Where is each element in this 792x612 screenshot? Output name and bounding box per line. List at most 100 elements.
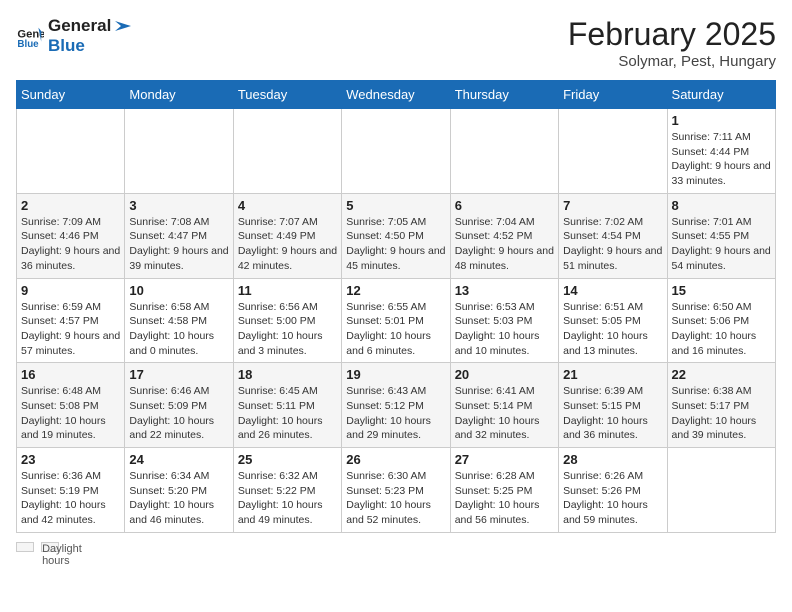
- day-number: 14: [563, 283, 662, 298]
- day-info: Sunrise: 7:05 AM Sunset: 4:50 PM Dayligh…: [346, 215, 445, 274]
- day-info: Sunrise: 7:04 AM Sunset: 4:52 PM Dayligh…: [455, 215, 554, 274]
- day-number: 6: [455, 198, 554, 213]
- calendar-cell: 15 Sunrise: 6:50 AM Sunset: 5:06 PM Dayli…: [667, 278, 775, 363]
- calendar-cell: 17 Sunrise: 6:46 AM Sunset: 5:09 PM Dayli…: [125, 363, 233, 448]
- day-info: Sunrise: 6:50 AM Sunset: 5:06 PM Dayligh…: [672, 300, 771, 359]
- daylight-swatch: [16, 542, 34, 552]
- day-info: Sunrise: 6:55 AM Sunset: 5:01 PM Dayligh…: [346, 300, 445, 359]
- calendar-cell: 7Sunrise: 7:02 AM Sunset: 4:54 PM Daylig…: [559, 193, 667, 278]
- day-number: 15: [672, 283, 771, 298]
- day-info: Sunrise: 6:59 AM Sunset: 4:57 PM Dayligh…: [21, 300, 120, 359]
- calendar-cell: 11 Sunrise: 6:56 AM Sunset: 5:00 PM Dayli…: [233, 278, 341, 363]
- calendar-cell: 22Sunrise: 6:38 AM Sunset: 5:17 PM Dayli…: [667, 363, 775, 448]
- day-number: 20: [455, 367, 554, 382]
- page-header: General Blue General Blue February 2025 …: [16, 16, 776, 70]
- day-info: Sunrise: 6:56 AM Sunset: 5:00 PM Dayligh…: [238, 300, 337, 359]
- day-number: 28: [563, 452, 662, 467]
- calendar-cell: 26 Sunrise: 6:30 AM Sunset: 5:23 PM Dayli…: [342, 448, 450, 533]
- calendar-subtitle: Solymar, Pest, Hungary: [568, 53, 776, 70]
- day-info: Sunrise: 6:41 AM Sunset: 5:14 PM Dayligh…: [455, 384, 554, 443]
- calendar-cell: 19 Sunrise: 6:43 AM Sunset: 5:12 PM Dayli…: [342, 363, 450, 448]
- day-number: 8: [672, 198, 771, 213]
- calendar-cell: 1Sunrise: 7:11 AM Sunset: 4:44 PM Daylig…: [667, 109, 775, 194]
- calendar-cell: 28 Sunrise: 6:26 AM Sunset: 5:26 PM Dayli…: [559, 448, 667, 533]
- header-day-thursday: Thursday: [450, 81, 558, 109]
- day-info: Sunrise: 6:43 AM Sunset: 5:12 PM Dayligh…: [346, 384, 445, 443]
- calendar-cell: [125, 109, 233, 194]
- header-day-friday: Friday: [559, 81, 667, 109]
- day-number: 25: [238, 452, 337, 467]
- calendar-body: 1Sunrise: 7:11 AM Sunset: 4:44 PM Daylig…: [17, 109, 776, 533]
- calendar-cell: 6 Sunrise: 7:04 AM Sunset: 4:52 PM Daylig…: [450, 193, 558, 278]
- calendar-cell: 13Sunrise: 6:53 AM Sunset: 5:03 PM Dayli…: [450, 278, 558, 363]
- day-info: Sunrise: 6:46 AM Sunset: 5:09 PM Dayligh…: [129, 384, 228, 443]
- day-number: 18: [238, 367, 337, 382]
- footer-note: Daylight hours: [16, 541, 776, 553]
- day-number: 5: [346, 198, 445, 213]
- week-row-2: 2 Sunrise: 7:09 AM Sunset: 4:46 PM Daylig…: [17, 193, 776, 278]
- day-info: Sunrise: 6:39 AM Sunset: 5:15 PM Dayligh…: [563, 384, 662, 443]
- day-info: Sunrise: 7:07 AM Sunset: 4:49 PM Dayligh…: [238, 215, 337, 274]
- calendar-cell: 14 Sunrise: 6:51 AM Sunset: 5:05 PM Dayli…: [559, 278, 667, 363]
- calendar-header: SundayMondayTuesdayWednesdayThursdayFrid…: [17, 81, 776, 109]
- day-number: 16: [21, 367, 120, 382]
- calendar-cell: 12 Sunrise: 6:55 AM Sunset: 5:01 PM Dayli…: [342, 278, 450, 363]
- day-number: 12: [346, 283, 445, 298]
- header-day-sunday: Sunday: [17, 81, 125, 109]
- calendar-cell: 8Sunrise: 7:01 AM Sunset: 4:55 PM Daylig…: [667, 193, 775, 278]
- calendar-cell: 23 Sunrise: 6:36 AM Sunset: 5:19 PM Dayli…: [17, 448, 125, 533]
- calendar-cell: 5 Sunrise: 7:05 AM Sunset: 4:50 PM Daylig…: [342, 193, 450, 278]
- week-row-3: 9Sunrise: 6:59 AM Sunset: 4:57 PM Daylig…: [17, 278, 776, 363]
- day-info: Sunrise: 6:58 AM Sunset: 4:58 PM Dayligh…: [129, 300, 228, 359]
- day-number: 17: [129, 367, 228, 382]
- calendar-cell: [450, 109, 558, 194]
- calendar-table: SundayMondayTuesdayWednesdayThursdayFrid…: [16, 80, 776, 533]
- calendar-cell: [233, 109, 341, 194]
- svg-text:Blue: Blue: [17, 39, 39, 50]
- logo-icon: General Blue: [16, 22, 44, 50]
- day-number: 3: [129, 198, 228, 213]
- header-day-wednesday: Wednesday: [342, 81, 450, 109]
- daylight-label: Daylight hours: [41, 542, 59, 552]
- calendar-cell: [667, 448, 775, 533]
- header-day-saturday: Saturday: [667, 81, 775, 109]
- day-number: 23: [21, 452, 120, 467]
- calendar-title: February 2025: [568, 16, 776, 53]
- day-info: Sunrise: 7:08 AM Sunset: 4:47 PM Dayligh…: [129, 215, 228, 274]
- day-info: Sunrise: 6:28 AM Sunset: 5:25 PM Dayligh…: [455, 469, 554, 528]
- day-info: Sunrise: 6:51 AM Sunset: 5:05 PM Dayligh…: [563, 300, 662, 359]
- logo-blue: Blue: [48, 36, 85, 55]
- day-number: 1: [672, 113, 771, 128]
- calendar-cell: 24Sunrise: 6:34 AM Sunset: 5:20 PM Dayli…: [125, 448, 233, 533]
- day-number: 11: [238, 283, 337, 298]
- day-number: 4: [238, 198, 337, 213]
- calendar-cell: [559, 109, 667, 194]
- day-info: Sunrise: 6:53 AM Sunset: 5:03 PM Dayligh…: [455, 300, 554, 359]
- calendar-cell: 21 Sunrise: 6:39 AM Sunset: 5:15 PM Dayli…: [559, 363, 667, 448]
- week-row-4: 16 Sunrise: 6:48 AM Sunset: 5:08 PM Dayli…: [17, 363, 776, 448]
- calendar-cell: 9Sunrise: 6:59 AM Sunset: 4:57 PM Daylig…: [17, 278, 125, 363]
- day-number: 21: [563, 367, 662, 382]
- calendar-cell: 16 Sunrise: 6:48 AM Sunset: 5:08 PM Dayli…: [17, 363, 125, 448]
- day-number: 22: [672, 367, 771, 382]
- day-info: Sunrise: 6:34 AM Sunset: 5:20 PM Dayligh…: [129, 469, 228, 528]
- calendar-cell: [342, 109, 450, 194]
- calendar-cell: 10Sunrise: 6:58 AM Sunset: 4:58 PM Dayli…: [125, 278, 233, 363]
- calendar-cell: [17, 109, 125, 194]
- calendar-cell: 4 Sunrise: 7:07 AM Sunset: 4:49 PM Daylig…: [233, 193, 341, 278]
- day-info: Sunrise: 7:09 AM Sunset: 4:46 PM Dayligh…: [21, 215, 120, 274]
- day-info: Sunrise: 6:30 AM Sunset: 5:23 PM Dayligh…: [346, 469, 445, 528]
- calendar-cell: 18Sunrise: 6:45 AM Sunset: 5:11 PM Dayli…: [233, 363, 341, 448]
- day-info: Sunrise: 7:02 AM Sunset: 4:54 PM Dayligh…: [563, 215, 662, 274]
- day-number: 19: [346, 367, 445, 382]
- day-info: Sunrise: 6:32 AM Sunset: 5:22 PM Dayligh…: [238, 469, 337, 528]
- header-day-tuesday: Tuesday: [233, 81, 341, 109]
- day-info: Sunrise: 6:26 AM Sunset: 5:26 PM Dayligh…: [563, 469, 662, 528]
- week-row-1: 1Sunrise: 7:11 AM Sunset: 4:44 PM Daylig…: [17, 109, 776, 194]
- header-row: SundayMondayTuesdayWednesdayThursdayFrid…: [17, 81, 776, 109]
- day-info: Sunrise: 6:48 AM Sunset: 5:08 PM Dayligh…: [21, 384, 120, 443]
- day-info: Sunrise: 6:36 AM Sunset: 5:19 PM Dayligh…: [21, 469, 120, 528]
- day-number: 2: [21, 198, 120, 213]
- day-number: 26: [346, 452, 445, 467]
- day-number: 27: [455, 452, 554, 467]
